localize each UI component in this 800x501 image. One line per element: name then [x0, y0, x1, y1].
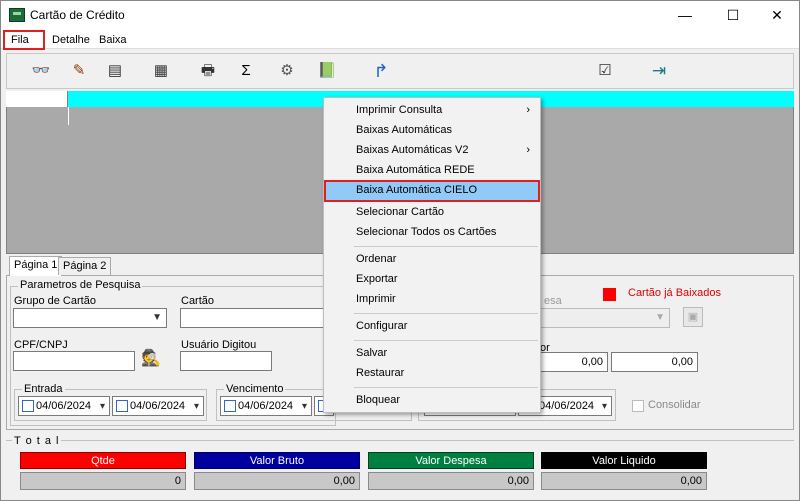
cpf-cnpj-label: CPF/CNPJ — [14, 339, 68, 351]
grupo-cartao-label: Grupo de Cartão — [14, 295, 96, 307]
menu-baixas-automaticas-v2-label: Baixas Automáticas V2 — [356, 144, 469, 156]
entrada-end-date[interactable]: 04/06/2024 ▾ — [112, 396, 204, 416]
window-title: Cartão de Crédito — [30, 8, 125, 22]
menu-baixa-automatica-cielo[interactable]: Baixa Automática CIELO — [324, 180, 540, 202]
menu-selecionar-cartao[interactable]: Selecionar Cartão — [326, 202, 538, 222]
valor-despesa-value: 0,00 — [368, 472, 534, 490]
sigma-icon[interactable]: Σ — [235, 60, 257, 82]
menu-exportar[interactable]: Exportar — [326, 269, 538, 289]
maximize-button[interactable]: ☐ — [710, 1, 756, 31]
menu-imprimir-consulta[interactable]: Imprimir Consulta › — [326, 100, 538, 120]
user-search-icon[interactable]: 🕵 — [140, 347, 162, 371]
valor-liquido-value: 0,00 — [541, 472, 707, 490]
menu-configurar[interactable]: Configurar — [326, 316, 538, 336]
despesa-label: esa — [544, 295, 562, 307]
exit-icon[interactable]: ⇥ — [648, 60, 670, 82]
vencimento-start-date[interactable]: 04/06/2024 ▾ — [220, 396, 312, 416]
menu-restaurar[interactable]: Restaurar — [326, 363, 538, 383]
menu-separator — [354, 387, 538, 388]
book-icon[interactable]: 📗 — [316, 60, 338, 82]
submenu-arrow-icon: › — [526, 144, 530, 156]
menu-imprimir[interactable]: Imprimir — [326, 289, 538, 309]
valor-min-input[interactable]: 0,00 — [540, 352, 608, 372]
usuario-input[interactable] — [180, 351, 272, 371]
printer-icon[interactable]: 🖶 — [197, 60, 219, 82]
qtde-value: 0 — [20, 472, 186, 490]
grupo-cartao-combo[interactable]: ▼ — [13, 308, 167, 328]
entrada-start-date[interactable]: 04/06/2024 ▾ — [18, 396, 110, 416]
pen-icon[interactable]: ✎ — [68, 60, 90, 82]
menu-detalhe[interactable]: Detalhe — [46, 32, 96, 48]
menu-separator — [354, 313, 538, 314]
grid-divider — [68, 107, 69, 125]
menu-baixas-automaticas[interactable]: Baixas Automáticas — [326, 120, 538, 140]
legend-color-swatch — [603, 288, 616, 301]
context-menu: Imprimir Consulta › Baixas Automáticas Ba… — [323, 97, 541, 413]
list-icon[interactable]: ▦ — [150, 60, 172, 82]
usuario-label: Usuário Digitou — [181, 339, 257, 351]
qtde-label: Qtde — [20, 452, 186, 469]
cpf-cnpj-input[interactable] — [13, 351, 135, 371]
consolidar-label: Consolidar — [648, 399, 701, 411]
form-icon[interactable]: ▤ — [104, 60, 126, 82]
menu-separator — [354, 340, 538, 341]
menu-bloquear[interactable]: Bloquear — [326, 390, 538, 410]
search-params-title: Parametros de Pesquisa — [18, 279, 143, 291]
submenu-arrow-icon: › — [526, 104, 530, 116]
entrada-label: Entrada — [22, 383, 65, 395]
legend-label: Cartão já Baixados — [628, 287, 721, 299]
menu-baixa[interactable]: Baixa — [93, 32, 133, 48]
entrada-start-value: 04/06/2024 — [36, 400, 92, 412]
entrada-end-value: 04/06/2024 — [130, 400, 186, 412]
close-button[interactable]: ✕ — [754, 1, 800, 31]
glasses-icon[interactable]: 👓 — [30, 60, 52, 82]
totals-title: T o t a l — [12, 435, 62, 447]
menu-baixas-automaticas-v2[interactable]: Baixas Automáticas V2 › — [326, 140, 538, 160]
valor-bruto-value: 0,00 — [194, 472, 360, 490]
menu-imprimir-consulta-label: Imprimir Consulta — [356, 104, 443, 116]
vencimento-start-value: 04/06/2024 — [238, 400, 294, 412]
menu-selecionar-todos[interactable]: Selecionar Todos os Cartões — [326, 222, 538, 242]
menu-fila[interactable]: Fila — [3, 30, 45, 50]
menu-baixa-automatica-rede[interactable]: Baixa Automática REDE — [326, 160, 538, 180]
valor-despesa-label: Valor Despesa — [368, 452, 534, 469]
valor-max-input[interactable]: 0,00 — [611, 352, 698, 372]
minimize-button[interactable]: — — [662, 1, 708, 31]
tools-icon[interactable]: ⚙ — [276, 60, 298, 82]
cartao-label: Cartão — [181, 295, 215, 307]
despesa-combo[interactable]: ▼ — [540, 308, 670, 328]
checklist-icon[interactable]: ☑ — [594, 60, 616, 82]
edit-icon[interactable]: ▣ — [683, 307, 703, 327]
valor-liquido-label: Valor Liquido — [541, 452, 707, 469]
menu-ordenar[interactable]: Ordenar — [326, 249, 538, 269]
arrow-icon[interactable]: ↱ — [370, 60, 392, 82]
valor-bruto-label: Valor Bruto — [194, 452, 360, 469]
vencimento-label: Vencimento — [224, 383, 286, 395]
tab-pagina-1[interactable]: Página 1 — [9, 256, 63, 276]
cartao-combo[interactable] — [180, 308, 328, 328]
tab-pagina-2[interactable]: Página 2 — [58, 257, 112, 275]
app-icon — [9, 8, 25, 22]
menu-salvar[interactable]: Salvar — [326, 343, 538, 363]
menu-separator — [354, 246, 538, 247]
baixa-end-value: 04/06/2024 — [539, 400, 595, 412]
consolidar-checkbox[interactable] — [632, 400, 644, 412]
grid-header-cell[interactable] — [6, 91, 68, 107]
